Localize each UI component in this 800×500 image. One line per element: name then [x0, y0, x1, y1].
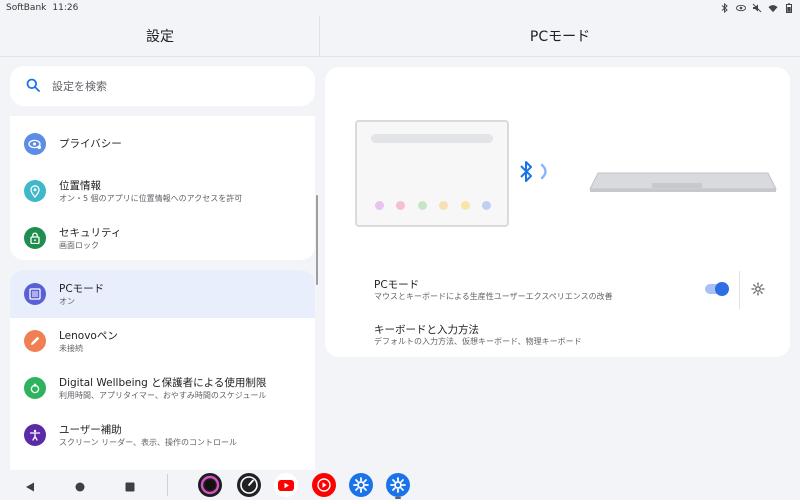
illustration-dot — [482, 201, 491, 210]
scrollbar[interactable] — [316, 195, 318, 285]
battery-icon — [784, 3, 794, 13]
settings-list-group-2: PCモード オン Lenovoペン 未接続 Digital Wellbeing … — [10, 270, 315, 470]
toggle-knob — [715, 282, 729, 296]
back-button[interactable] — [24, 478, 36, 497]
bluetooth-signal-icon — [518, 159, 554, 189]
setting-title: キーボードと入力方法 — [374, 324, 479, 336]
accessibility-icon — [24, 424, 46, 446]
pc-mode-toggle-row[interactable]: PCモード マウスとキーボードによる生産性ユーザーエクスペリエンスの改善 — [325, 267, 790, 313]
mute-icon — [752, 3, 762, 13]
search-placeholder: 設定を検索 — [52, 80, 107, 93]
active-app-indicator — [395, 497, 401, 499]
home-button[interactable] — [74, 478, 86, 497]
illustration-bar — [371, 134, 493, 143]
sidebar-item-sublabel: 未接続 — [59, 343, 83, 353]
header-vertical-divider — [319, 16, 320, 56]
sidebar-item-accessibility[interactable]: ユーザー補助 スクリーン リーダー、表示、操作のコントロール — [10, 411, 315, 459]
setting-title: PCモード — [374, 279, 420, 291]
settings-header: 設定 — [0, 16, 320, 56]
sidebar-item-sublabel: スクリーン リーダー、表示、操作のコントロール — [59, 437, 238, 447]
youtube-music-app-icon[interactable] — [312, 473, 336, 497]
pc-mode-icon — [24, 283, 46, 305]
sidebar-item-sublabel: 画面ロック — [59, 240, 99, 250]
sidebar-item-label: ユーザー補助 — [59, 423, 122, 436]
sidebar-item-digital-wellbeing[interactable]: Digital Wellbeing と保護者による使用制限 利用時間、アプリタイ… — [10, 364, 315, 412]
clock: 11:26 — [52, 3, 79, 13]
eye-icon — [736, 3, 746, 13]
search-icon — [26, 78, 40, 95]
detail-title: PCモード — [529, 29, 591, 45]
sidebar-item-privacy[interactable]: プライバシー — [10, 120, 315, 168]
header-divider — [0, 56, 800, 57]
pc-mode-toggle[interactable] — [705, 282, 729, 296]
sidebar-item-label: 位置情報 — [59, 179, 101, 192]
divider — [739, 271, 740, 309]
settings-list-group-1: プライバシー 位置情報 オン・5 個のアプリに位置情報へのアクセスを許可 セキュ… — [10, 116, 315, 260]
eye-icon — [24, 133, 46, 155]
carrier-label: SoftBank — [6, 3, 47, 13]
pen-icon — [24, 330, 46, 352]
sidebar-item-lenovo-pen[interactable]: Lenovoペン 未接続 — [10, 317, 315, 365]
sidebar-item-sublabel: 利用時間、アプリタイマー、おやすみ時間のスケジュール — [59, 390, 267, 400]
settings-app-icon-active[interactable] — [386, 473, 410, 497]
wifi-icon — [768, 3, 778, 13]
location-icon — [24, 180, 46, 202]
sidebar-item-location[interactable]: 位置情報 オン・5 個のアプリに位置情報へのアクセスを許可 — [10, 167, 315, 215]
search-input[interactable]: 設定を検索 — [10, 66, 315, 106]
sidebar-item-label: Lenovoペン — [59, 329, 118, 342]
gear-icon[interactable] — [751, 281, 765, 300]
settings-app-icon[interactable] — [349, 473, 373, 497]
sidebar-item-pc-mode[interactable]: PCモード オン — [10, 270, 315, 318]
sidebar-item-label: セキュリティ — [59, 226, 122, 239]
camera-app-icon[interactable] — [198, 473, 222, 497]
page-title: 設定 — [146, 29, 174, 45]
illustration-dot — [461, 201, 470, 210]
navigation-bar — [0, 470, 800, 500]
status-bar: SoftBank 11:26 — [0, 0, 800, 16]
keyboard-input-row[interactable]: キーボードと入力方法 デフォルトの入力方法、仮想キーボード、物理キーボード — [325, 315, 790, 355]
lock-icon — [24, 227, 46, 249]
sidebar-item-security[interactable]: セキュリティ 画面ロック — [10, 214, 315, 262]
sidebar-item-sublabel: オン — [59, 296, 75, 306]
setting-subtitle: マウスとキーボードによる生産性ユーザーエクスペリエンスの改善 — [374, 292, 613, 301]
bluetooth-icon — [720, 3, 730, 13]
dock-divider — [167, 474, 168, 496]
wellbeing-icon — [24, 377, 46, 399]
speedometer-app-icon[interactable] — [237, 473, 261, 497]
illustration-dot — [418, 201, 427, 210]
youtube-app-icon[interactable] — [274, 473, 298, 497]
setting-subtitle: デフォルトの入力方法、仮想キーボード、物理キーボード — [374, 337, 582, 346]
sidebar-item-label: プライバシー — [59, 138, 122, 150]
pc-mode-panel: PCモード マウスとキーボードによる生産性ユーザーエクスペリエンスの改善 キーボ… — [325, 67, 790, 357]
illustration-dot — [439, 201, 448, 210]
detail-header: PCモード — [320, 16, 800, 56]
sidebar-item-sublabel: オン・5 個のアプリに位置情報へのアクセスを許可 — [59, 193, 243, 203]
illustration-dot — [396, 201, 405, 210]
sidebar-item-label: Digital Wellbeing と保護者による使用制限 — [59, 376, 267, 389]
sidebar-item-label: PCモード — [59, 282, 105, 295]
desktop-illustration — [355, 120, 509, 227]
illustration-dot — [375, 201, 384, 210]
keyboard-illustration — [588, 171, 778, 199]
recents-button[interactable] — [124, 478, 136, 497]
